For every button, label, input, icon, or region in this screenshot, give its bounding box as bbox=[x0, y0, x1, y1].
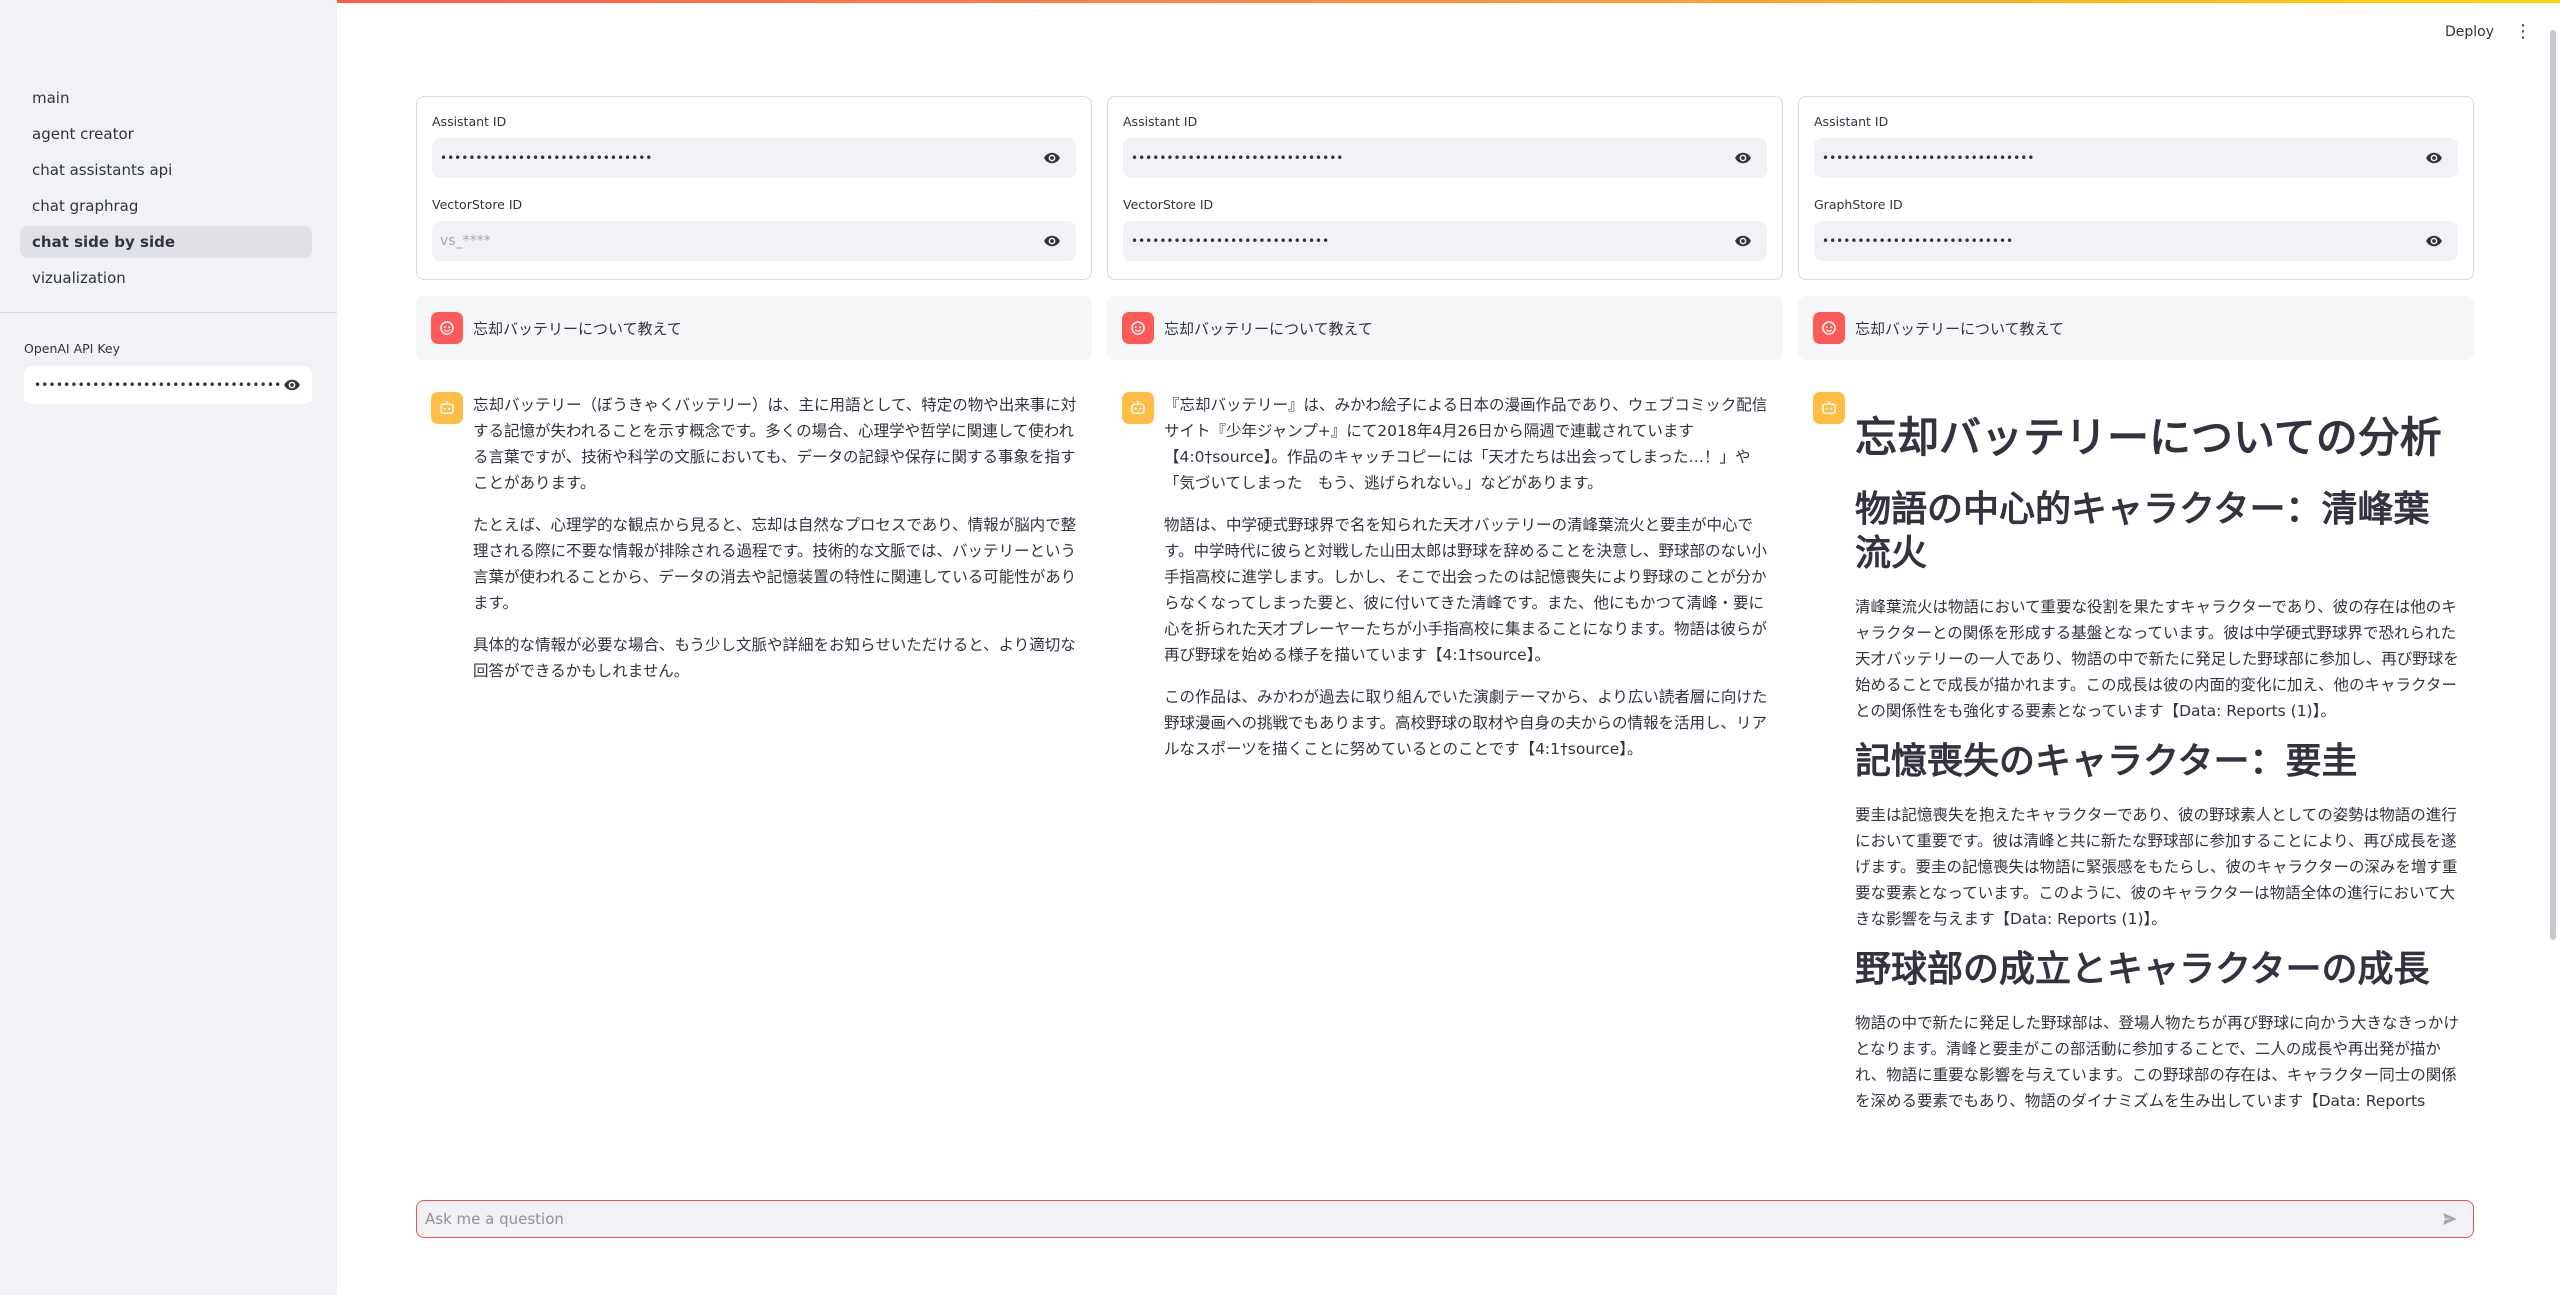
chat-column-3: Assistant ID •••••••••••••••••••••••••••… bbox=[1798, 96, 2474, 1122]
sidebar: main agent creator chat assistants api c… bbox=[0, 0, 337, 1295]
user-message: 忘却バッテリーについて教えて bbox=[416, 296, 1092, 360]
api-key-value: ••••••••••••••••••••••••••••••••••••••••… bbox=[34, 378, 282, 392]
user-message: 忘却バッテリーについて教えて bbox=[1107, 296, 1783, 360]
assistant-message-body: 忘却バッテリーについての分析 物語の中心的キャラクター：清峰葉流火 清峰葉流火は… bbox=[1855, 392, 2465, 1122]
vectorstore-id-input[interactable]: •••••••••••••••••••••••••••• bbox=[1123, 221, 1767, 261]
eye-icon[interactable] bbox=[1042, 231, 1062, 251]
api-key-label: OpenAI API Key bbox=[24, 341, 121, 356]
answer-subheading: 記憶喪失のキャラクター：要圭 bbox=[1855, 741, 2358, 782]
vectorstore-id-label: VectorStore ID bbox=[1123, 197, 1214, 212]
eye-icon[interactable] bbox=[2424, 231, 2444, 251]
sidebar-item-chat-side-by-side[interactable]: chat side by side bbox=[20, 226, 312, 258]
assistant-message-body: 忘却バッテリー（ぼうきゃくバッテリー）は、主に用語として、特定の物や出来事に対す… bbox=[473, 392, 1083, 700]
send-icon[interactable] bbox=[2439, 1208, 2461, 1230]
assistant-id-input[interactable]: •••••••••••••••••••••••••••••• bbox=[1814, 138, 2458, 178]
assistant-message: 『忘却バッテリー』は、みかわ絵子による日本の漫画作品であり、ウェブコミック配信サ… bbox=[1107, 392, 1783, 778]
user-avatar-icon bbox=[1813, 312, 1845, 344]
answer-paragraph: この作品は、みかわが過去に取り組んでいた演劇テーマから、より広い読者層に向けた野… bbox=[1164, 688, 1768, 758]
user-avatar-icon bbox=[1122, 312, 1154, 344]
eye-icon[interactable] bbox=[1733, 231, 1753, 251]
chat-input[interactable] bbox=[425, 1210, 2439, 1228]
bot-avatar-icon bbox=[431, 392, 463, 424]
answer-subheading: 物語の中心的キャラクター：清峰葉流火 bbox=[1855, 489, 2430, 574]
eye-icon[interactable] bbox=[1733, 148, 1753, 168]
assistant-id-input[interactable]: •••••••••••••••••••••••••••••• bbox=[432, 138, 1076, 178]
answer-paragraph: 物語の中で新たに発足した野球部は、登場人物たちが再び野球に向かう大きなきっかけと… bbox=[1855, 1014, 2459, 1110]
answer-paragraph: 『忘却バッテリー』は、みかわ絵子による日本の漫画作品であり、ウェブコミック配信サ… bbox=[1164, 396, 1768, 492]
answer-paragraph: 物語は、中学硬式野球界で名を知られた天才バッテリーの清峰葉流火と要圭が中心です。… bbox=[1164, 516, 1767, 664]
bot-avatar-icon bbox=[1122, 392, 1154, 424]
sidebar-item-agent-creator[interactable]: agent creator bbox=[20, 118, 312, 150]
vectorstore-id-label: VectorStore ID bbox=[432, 197, 523, 212]
deploy-button[interactable]: Deploy bbox=[2445, 24, 2494, 40]
user-message-text: 忘却バッテリーについて教えて bbox=[1855, 319, 2064, 338]
settings-card: Assistant ID •••••••••••••••••••••••••••… bbox=[416, 96, 1092, 280]
vectorstore-id-placeholder: vs_**** bbox=[440, 233, 491, 249]
graphstore-id-label: GraphStore ID bbox=[1814, 197, 1903, 212]
answer-subheading: 野球部の成立とキャラクターの成長 bbox=[1855, 949, 2430, 990]
user-avatar-icon bbox=[431, 312, 463, 344]
sidebar-item-chat-graphrag[interactable]: chat graphrag bbox=[20, 190, 312, 222]
eye-icon[interactable] bbox=[282, 375, 302, 395]
chat-column-2: Assistant ID •••••••••••••••••••••••••••… bbox=[1107, 96, 1783, 778]
answer-paragraph: 清峰葉流火は物語において重要な役割を果たすキャラクターであり、彼の存在は他のキャ… bbox=[1855, 598, 2459, 720]
chat-input-bar bbox=[416, 1200, 2474, 1238]
user-message-text: 忘却バッテリーについて教えて bbox=[473, 319, 682, 338]
graphstore-id-value: ••••••••••••••••••••••••••• bbox=[1822, 234, 2014, 248]
user-message-text: 忘却バッテリーについて教えて bbox=[1164, 319, 1373, 338]
graphstore-id-input[interactable]: ••••••••••••••••••••••••••• bbox=[1814, 221, 2458, 261]
answer-paragraph: たとえば、心理学的な観点から見ると、忘却は自然なプロセスであり、情報が脳内で整理… bbox=[473, 516, 1077, 612]
settings-card: Assistant ID •••••••••••••••••••••••••••… bbox=[1798, 96, 2474, 280]
assistant-id-label: Assistant ID bbox=[432, 114, 507, 129]
user-message: 忘却バッテリーについて教えて bbox=[1798, 296, 2474, 360]
assistant-id-label: Assistant ID bbox=[1814, 114, 1889, 129]
sidebar-divider bbox=[0, 312, 337, 313]
assistant-message-body: 『忘却バッテリー』は、みかわ絵子による日本の漫画作品であり、ウェブコミック配信サ… bbox=[1164, 392, 1774, 778]
kebab-menu-icon[interactable]: ⋮ bbox=[2514, 23, 2532, 41]
eye-icon[interactable] bbox=[2424, 148, 2444, 168]
chat-column-1: Assistant ID •••••••••••••••••••••••••••… bbox=[416, 96, 1092, 700]
answer-paragraph: 具体的な情報が必要な場合、もう少し文脈や詳細をお知らせいただけると、より適切な回… bbox=[473, 636, 1076, 680]
page-scrollbar[interactable] bbox=[2550, 30, 2556, 940]
settings-card: Assistant ID •••••••••••••••••••••••••••… bbox=[1107, 96, 1783, 280]
assistant-id-value: •••••••••••••••••••••••••••••• bbox=[1131, 151, 1344, 165]
top-decoration-bar bbox=[0, 0, 2560, 3]
vectorstore-id-input[interactable]: vs_**** bbox=[432, 221, 1076, 261]
assistant-message: 忘却バッテリーについての分析 物語の中心的キャラクター：清峰葉流火 清峰葉流火は… bbox=[1798, 392, 2474, 1122]
vectorstore-id-value: •••••••••••••••••••••••••••• bbox=[1131, 234, 1330, 248]
sidebar-item-vizualization[interactable]: vizualization bbox=[20, 262, 312, 294]
eye-icon[interactable] bbox=[1042, 148, 1062, 168]
sidebar-nav: main agent creator chat assistants api c… bbox=[20, 82, 312, 298]
answer-heading: 忘却バッテリーについての分析 bbox=[1855, 413, 2442, 462]
sidebar-item-main[interactable]: main bbox=[20, 82, 312, 114]
sidebar-item-chat-assistants-api[interactable]: chat assistants api bbox=[20, 154, 312, 186]
assistant-id-value: •••••••••••••••••••••••••••••• bbox=[1822, 151, 2035, 165]
header-toolbar: Deploy ⋮ bbox=[2445, 23, 2532, 41]
bot-avatar-icon bbox=[1813, 392, 1845, 424]
assistant-message: 忘却バッテリー（ぼうきゃくバッテリー）は、主に用語として、特定の物や出来事に対す… bbox=[416, 392, 1092, 700]
api-key-input[interactable]: ••••••••••••••••••••••••••••••••••••••••… bbox=[24, 366, 312, 404]
assistant-id-value: •••••••••••••••••••••••••••••• bbox=[440, 151, 653, 165]
assistant-id-label: Assistant ID bbox=[1123, 114, 1198, 129]
assistant-id-input[interactable]: •••••••••••••••••••••••••••••• bbox=[1123, 138, 1767, 178]
answer-paragraph: 要圭は記憶喪失を抱えたキャラクターであり、彼の野球素人としての姿勢は物語の進行に… bbox=[1855, 806, 2458, 928]
answer-paragraph: 忘却バッテリー（ぼうきゃくバッテリー）は、主に用語として、特定の物や出来事に対す… bbox=[473, 396, 1077, 492]
